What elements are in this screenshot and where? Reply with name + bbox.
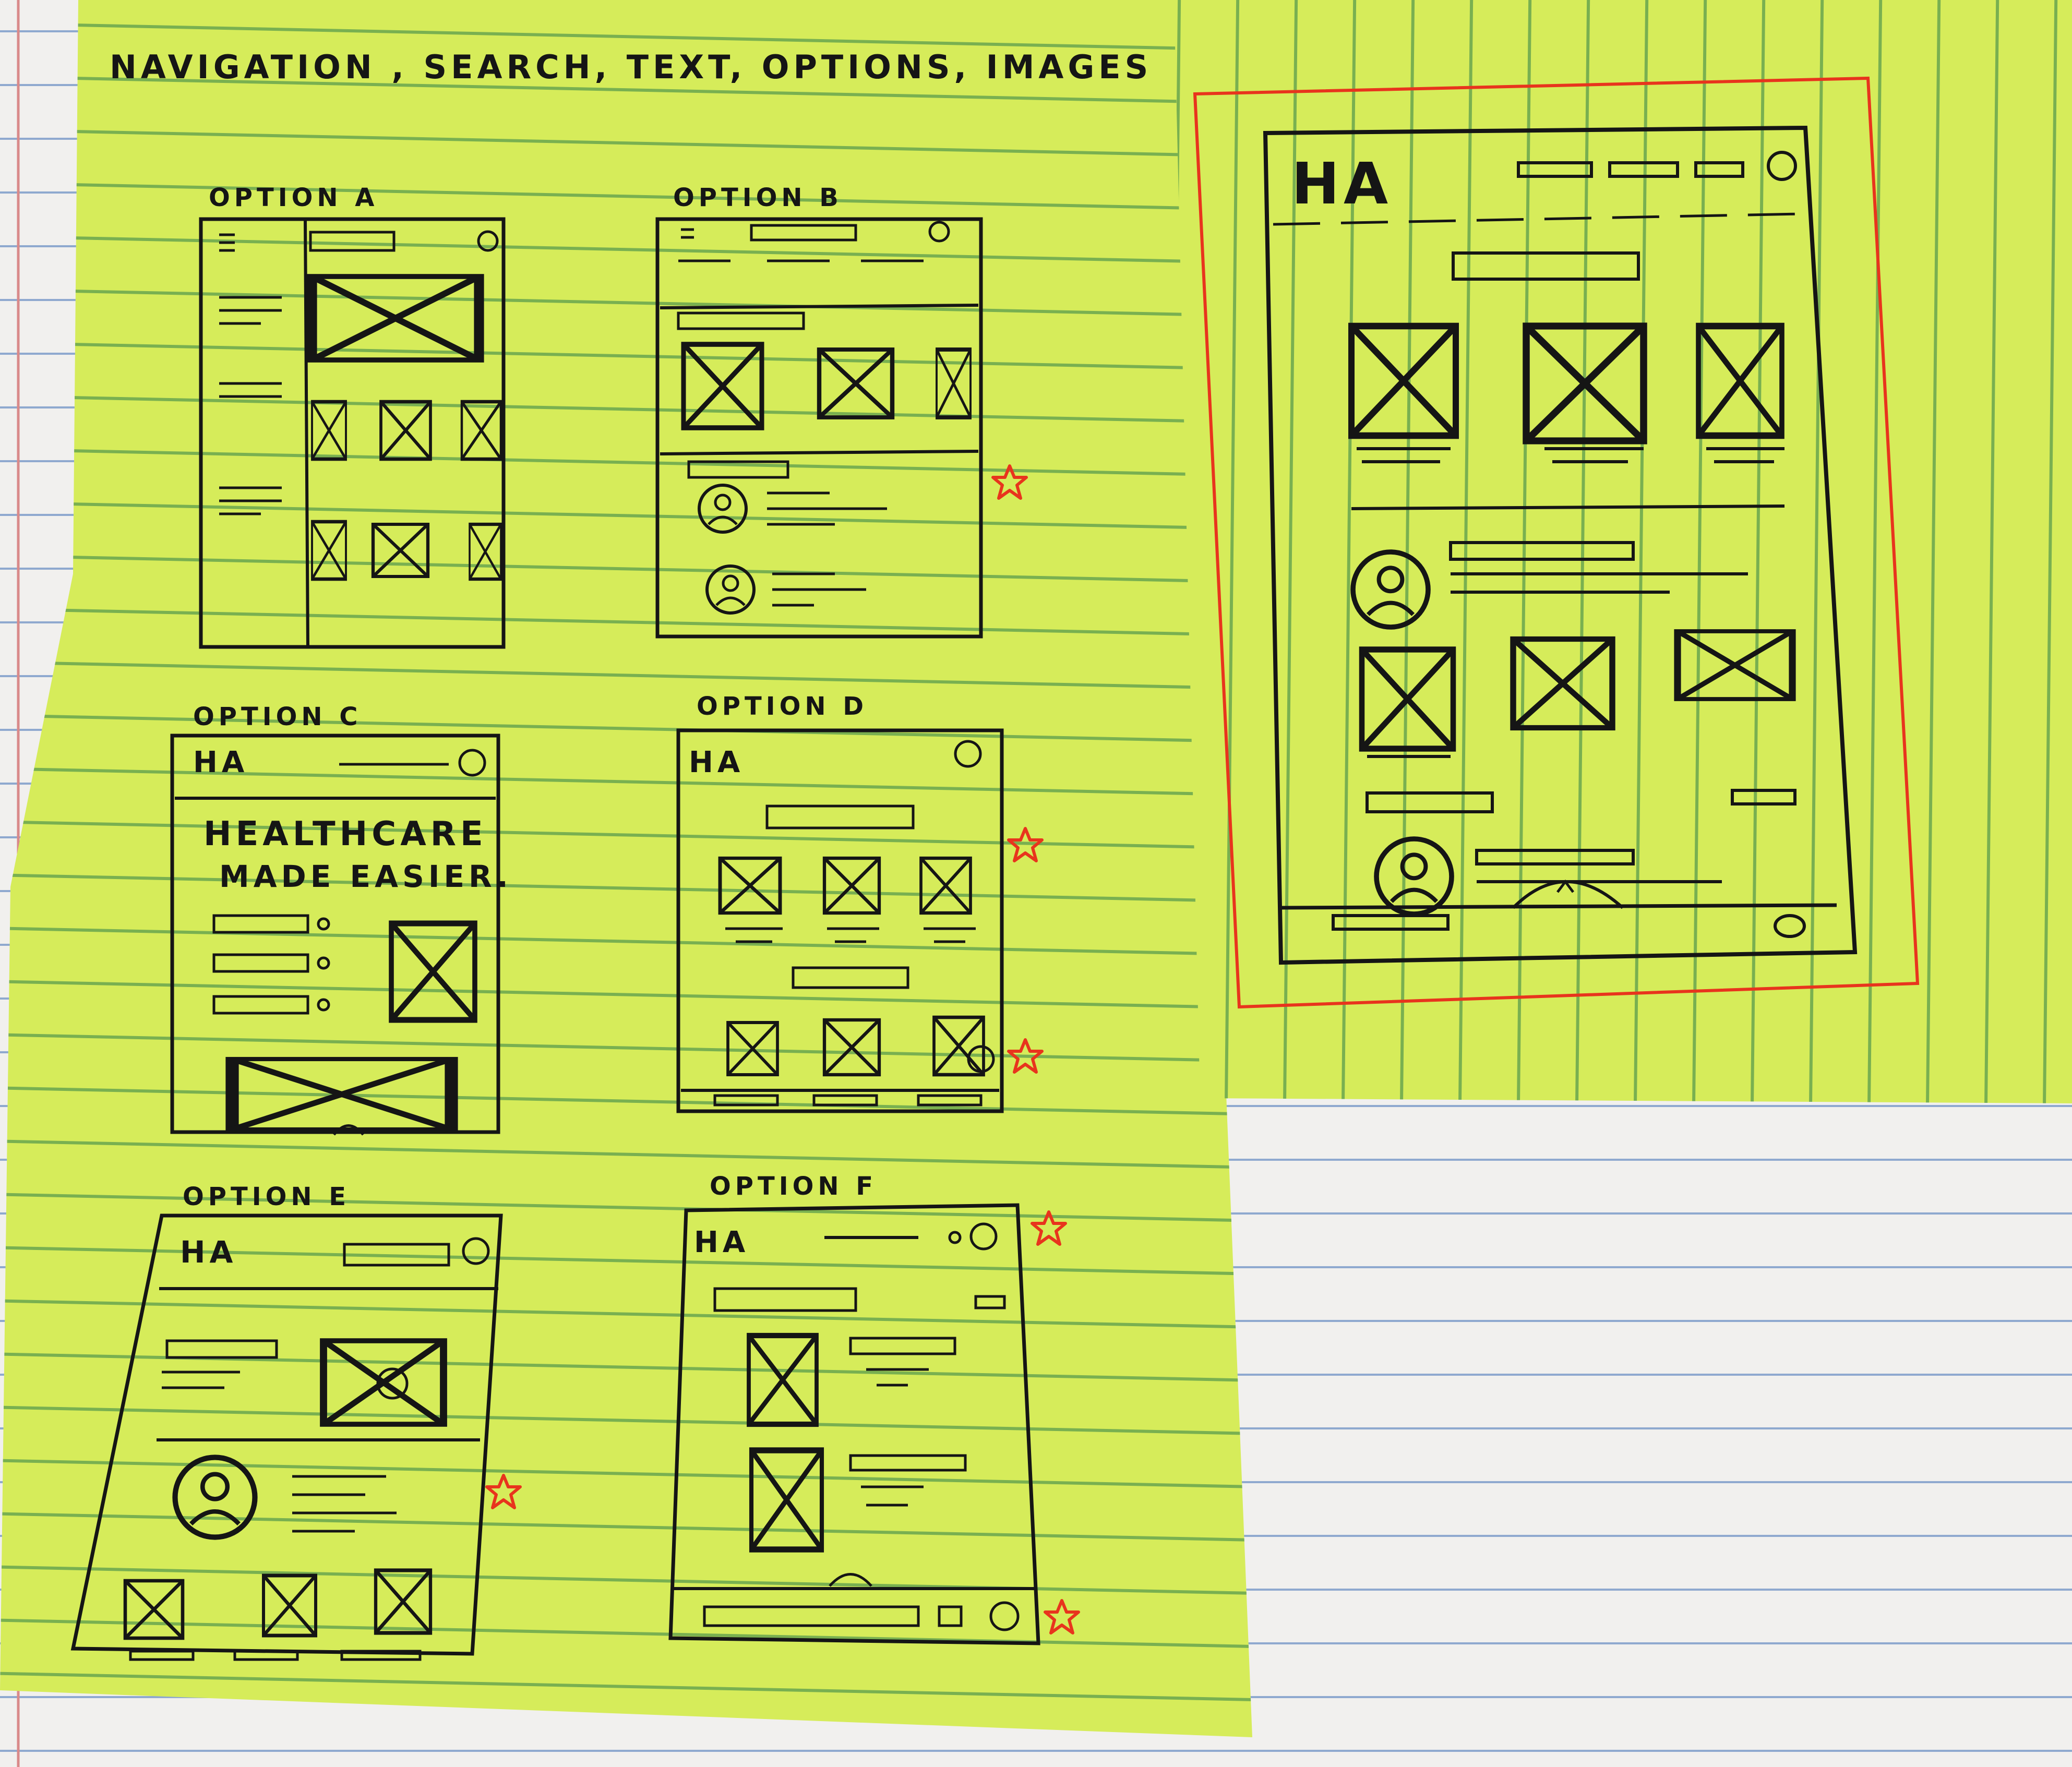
- option-c-label: OPTION C: [193, 702, 362, 731]
- option-c-hero-line-1: HEALTHCARE: [203, 815, 487, 854]
- sticky-note-options: [0, 0, 1252, 1737]
- option-a-label: OPTION A: [209, 183, 378, 212]
- option-d-logo: HA: [689, 746, 744, 779]
- photo-scene: NAVIGATION , SEARCH, TEXT, OPTIONS, IMAG…: [0, 0, 2072, 1767]
- option-c-logo: HA: [193, 746, 248, 779]
- option-e-label: OPTION E: [183, 1182, 350, 1211]
- option-e-logo: HA: [180, 1234, 237, 1270]
- option-d-label: OPTION D: [697, 692, 868, 721]
- option-b-label: OPTION B: [673, 183, 843, 212]
- final-logo: HA: [1291, 150, 1392, 217]
- option-c-hero-line-2: MADE EASIER.: [219, 859, 512, 894]
- option-f-logo: HA: [694, 1225, 749, 1259]
- sheet-heading: NAVIGATION , SEARCH, TEXT, OPTIONS, IMAG…: [110, 48, 1152, 86]
- option-f-label: OPTION F: [710, 1172, 877, 1201]
